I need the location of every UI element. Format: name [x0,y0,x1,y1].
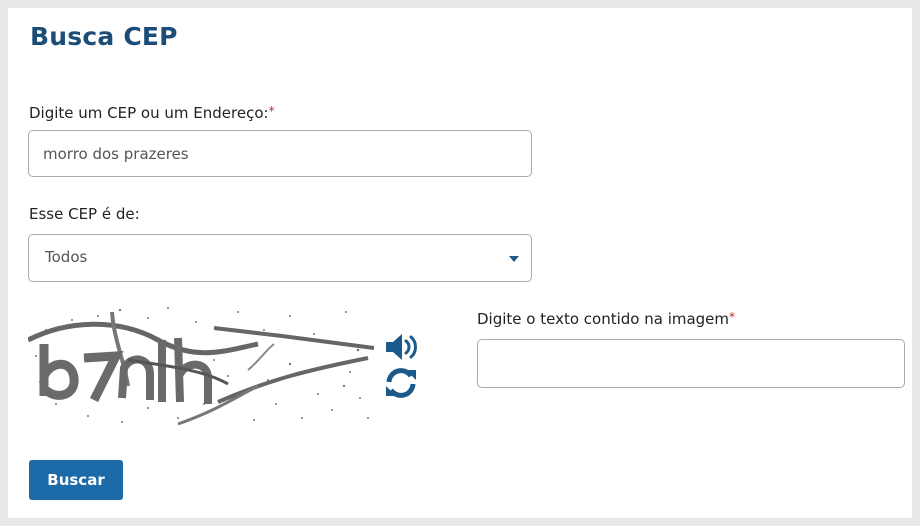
cep-type-label: Esse CEP é de: [29,205,140,223]
speaker-icon[interactable] [384,332,420,366]
captcha-label-text: Digite o texto contido na imagem [477,310,730,328]
refresh-icon[interactable] [384,366,418,404]
search-button[interactable]: Buscar [29,460,123,500]
required-mark: * [729,310,736,324]
search-panel: Busca CEP Digite um CEP ou um Endereço:*… [8,8,912,518]
captcha-image [26,300,380,432]
cep-label-text: Digite um CEP ou um Endereço: [29,104,269,122]
caret-down-icon [509,256,519,262]
page-title: Busca CEP [30,22,178,51]
captcha-input[interactable] [477,339,905,388]
captcha-label: Digite o texto contido na imagem* [477,310,735,328]
cep-type-select[interactable]: Todos [28,234,532,282]
captcha-image-graphic [26,307,375,426]
cep-address-input[interactable] [28,130,532,177]
cep-type-selected: Todos [45,248,88,266]
required-mark: * [268,104,275,118]
cep-label: Digite um CEP ou um Endereço:* [29,104,275,122]
